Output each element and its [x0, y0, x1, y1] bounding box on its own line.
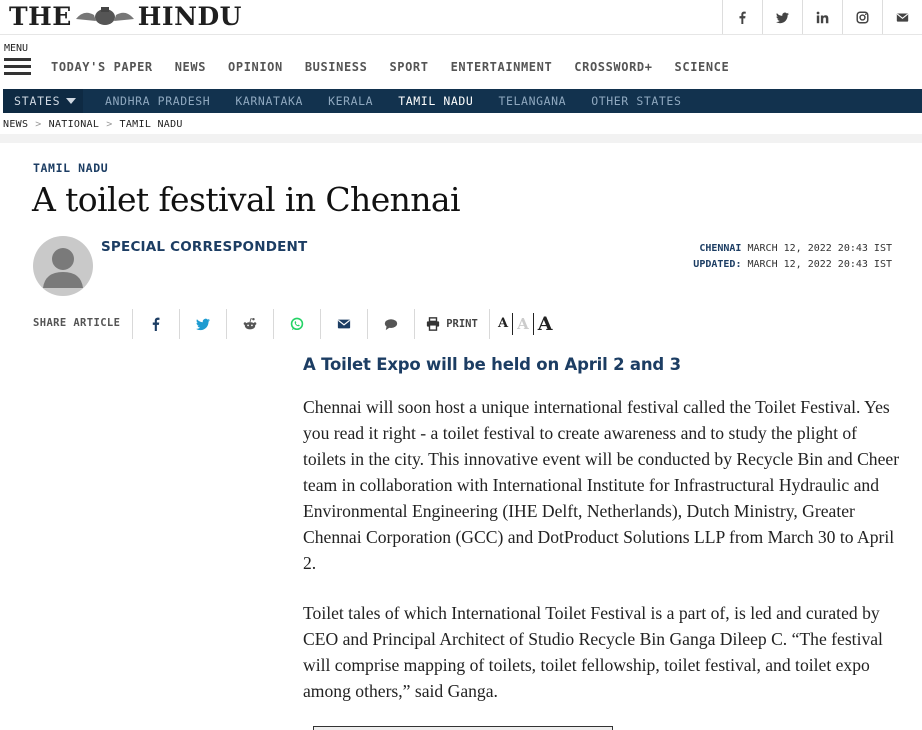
- main-nav: TODAY'S PAPER NEWS OPINION BUSINESS SPOR…: [51, 60, 751, 74]
- menu-label: MENU: [4, 43, 29, 54]
- caret-down-icon: [66, 98, 77, 104]
- logo-text-hindu: HINDU: [137, 1, 242, 31]
- nav-item-business[interactable]: BUSINESS: [305, 60, 368, 74]
- state-link-other-states[interactable]: OTHER STATES: [591, 94, 681, 108]
- article-subhead: A Toilet Expo will be held on April 2 an…: [303, 355, 681, 374]
- comment-icon: [384, 319, 398, 331]
- social-links: [722, 0, 922, 34]
- dateline-city: CHENNAI: [699, 243, 742, 254]
- twitter-icon: [196, 318, 210, 331]
- share-facebook-button[interactable]: [132, 309, 179, 339]
- facebook-icon: [739, 11, 746, 24]
- share-email-button[interactable]: [320, 309, 367, 339]
- updated-label: UPDATED:: [693, 259, 742, 270]
- breadcrumb-tamil-nadu[interactable]: TAMIL NADU: [120, 119, 183, 130]
- linkedin-button[interactable]: [802, 0, 842, 34]
- facebook-icon: [152, 317, 160, 331]
- nav-item-opinion[interactable]: OPINION: [228, 60, 283, 74]
- article-paragraph: Toilet tales of which International Toil…: [303, 603, 883, 701]
- state-link-tamil-nadu[interactable]: TAMIL NADU: [398, 94, 473, 108]
- person-icon: [43, 248, 83, 288]
- font-size-controls: A A A: [489, 309, 556, 339]
- state-links: ANDHRA PRADESH KARNATAKA KERALA TAMIL NA…: [105, 89, 706, 113]
- instagram-button[interactable]: [842, 0, 882, 34]
- mail-icon: [337, 319, 351, 329]
- reddit-icon: [243, 318, 257, 330]
- font-size-medium-button[interactable]: A: [513, 313, 534, 335]
- nav-item-sport[interactable]: SPORT: [389, 60, 428, 74]
- breadcrumb-national[interactable]: NATIONAL: [49, 119, 100, 130]
- hamburger-menu-icon[interactable]: [4, 58, 31, 76]
- logo-text-the: THE: [9, 1, 72, 31]
- dateline: CHENNAI MARCH 12, 2022 20:43 IST UPDATED…: [693, 241, 892, 273]
- printer-icon: [427, 317, 440, 331]
- article-image: [313, 726, 613, 730]
- mail-icon: [896, 12, 909, 22]
- email-button[interactable]: [882, 0, 922, 34]
- states-bar: STATES ANDHRA PRADESH KARNATAKA KERALA T…: [3, 89, 922, 113]
- comments-button[interactable]: [367, 309, 414, 339]
- nav-item-entertainment[interactable]: ENTERTAINMENT: [451, 60, 553, 74]
- states-button-label: STATES: [14, 94, 61, 108]
- nav-item-todays-paper[interactable]: TODAY'S PAPER: [51, 60, 153, 74]
- nav-item-crossword[interactable]: CROSSWORD+: [574, 60, 652, 74]
- author-avatar: [33, 236, 93, 296]
- linkedin-icon: [816, 11, 829, 23]
- state-link-karnataka[interactable]: KARNATAKA: [235, 94, 303, 108]
- published-date: MARCH 12, 2022 20:43 IST: [747, 243, 893, 254]
- breadcrumb-news[interactable]: NEWS: [3, 119, 28, 130]
- chevron-right-icon: >: [35, 119, 42, 130]
- whatsapp-icon: [290, 317, 304, 331]
- twitter-button[interactable]: [762, 0, 802, 34]
- updated-date: MARCH 12, 2022 20:43 IST: [747, 259, 893, 270]
- top-bar: THE HINDU: [0, 0, 922, 35]
- author-name[interactable]: SPECIAL CORRESPONDENT: [101, 239, 307, 255]
- article-paragraph: Chennai will soon host a unique internat…: [303, 397, 900, 573]
- share-label: SHARE ARTICLE: [33, 317, 121, 329]
- facebook-button[interactable]: [722, 0, 762, 34]
- font-size-large-button[interactable]: A: [534, 313, 557, 335]
- share-reddit-button[interactable]: [226, 309, 273, 339]
- twitter-icon: [776, 12, 789, 23]
- state-link-kerala[interactable]: KERALA: [328, 94, 373, 108]
- share-toolbar: PRINT A A A: [132, 309, 556, 339]
- instagram-icon: [856, 10, 869, 24]
- divider: [0, 134, 922, 143]
- article-headline: A toilet festival in Chennai: [32, 180, 461, 219]
- nav-item-science[interactable]: SCIENCE: [675, 60, 730, 74]
- state-link-telangana[interactable]: TELANGANA: [498, 94, 566, 108]
- site-logo[interactable]: THE HINDU: [9, 1, 242, 31]
- print-label: PRINT: [446, 318, 478, 330]
- section-label[interactable]: TAMIL NADU: [33, 161, 108, 175]
- states-dropdown-button[interactable]: STATES: [3, 89, 83, 113]
- print-button[interactable]: PRINT: [414, 309, 489, 339]
- share-twitter-button[interactable]: [179, 309, 226, 339]
- logo-emblem-icon: [75, 7, 134, 25]
- chevron-right-icon: >: [106, 119, 113, 130]
- nav-item-news[interactable]: NEWS: [175, 60, 206, 74]
- share-whatsapp-button[interactable]: [273, 309, 320, 339]
- font-size-small-button[interactable]: A: [494, 313, 514, 335]
- breadcrumb: NEWS > NATIONAL > TAMIL NADU: [3, 119, 183, 130]
- state-link-andhra-pradesh[interactable]: ANDHRA PRADESH: [105, 94, 210, 108]
